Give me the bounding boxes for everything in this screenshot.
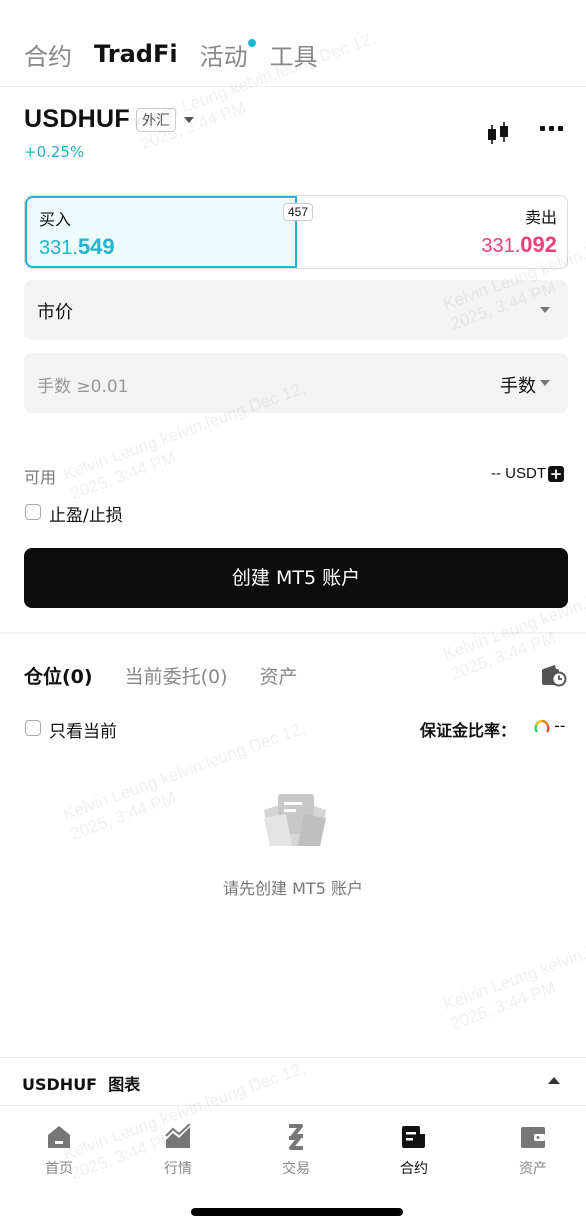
divider	[0, 86, 586, 87]
bottom-nav: 首页 行情 交易 合约 资产	[0, 1105, 586, 1216]
history-wallet-icon[interactable]	[541, 663, 567, 687]
candlestick-icon[interactable]	[486, 122, 510, 146]
chevron-down-icon	[540, 307, 550, 313]
gauge-icon	[534, 719, 550, 733]
available-label: 可用	[24, 468, 57, 487]
tab-assets[interactable]: 资产	[260, 662, 298, 689]
nav-markets-label: 行情	[164, 1161, 192, 1177]
symbol-name: USDHUF	[24, 105, 130, 133]
tab-activity[interactable]: 活动	[200, 37, 256, 72]
sell-label: 卖出	[524, 208, 557, 227]
tab-open-orders[interactable]: 当前委托(0)	[125, 662, 228, 689]
nav-assets-label: 资产	[519, 1161, 547, 1177]
divider	[0, 632, 586, 634]
nav-contract[interactable]: 合约	[364, 1122, 464, 1178]
tab-tradfi[interactable]: TradFi	[94, 40, 178, 68]
lots-unit-select[interactable]: 手数	[500, 372, 536, 398]
order-type-value: 市价	[37, 302, 73, 323]
sell-button[interactable]: 卖出 331.092	[297, 196, 567, 268]
tp-sl-label: 止盈/止损	[49, 506, 123, 526]
home-indicator	[191, 1208, 403, 1216]
notification-dot	[247, 38, 256, 47]
empty-box-icon	[264, 794, 326, 846]
tab-tools[interactable]: 工具	[270, 37, 318, 72]
plus-icon[interactable]: +	[548, 466, 564, 482]
price-panel: 买入 331.549 卖出 331.092 457	[24, 195, 568, 269]
only-current-checkbox[interactable]	[25, 720, 41, 736]
spread-badge: 457	[283, 203, 314, 221]
buy-label: 买入	[39, 210, 72, 229]
chart-bar-title: USDHUF 图表	[22, 1075, 141, 1094]
empty-state-text: 请先创建 MT5 账户	[223, 879, 363, 898]
margin-ratio-value: --	[554, 716, 566, 735]
chart-icon	[165, 1124, 191, 1148]
nav-markets[interactable]: 行情	[128, 1122, 228, 1178]
tab-contract[interactable]: 合约	[24, 37, 72, 72]
price-change: +0.25%	[24, 143, 85, 161]
nav-home[interactable]: 首页	[9, 1122, 109, 1178]
nav-trade-label: 交易	[282, 1161, 310, 1177]
more-icon[interactable]	[540, 126, 563, 131]
home-icon	[48, 1126, 70, 1148]
sell-price: 331.092	[481, 232, 557, 257]
nav-home-label: 首页	[45, 1161, 73, 1177]
chevron-down-icon	[540, 380, 550, 386]
watermark: Kelvin Leung kelvin.leung Dec 12,2025, 3…	[440, 908, 586, 1034]
create-mt5-account-button[interactable]: 创建 MT5 账户	[24, 548, 568, 608]
symbol-selector[interactable]: USDHUF 外汇	[24, 105, 194, 134]
wallet-icon	[521, 1127, 545, 1148]
buy-price: 331.549	[39, 234, 115, 259]
buy-button[interactable]: 买入 331.549	[25, 196, 297, 268]
chart-toggle-bar[interactable]: USDHUF 图表	[0, 1057, 586, 1105]
positions-tabs: 仓位(0) 当前委托(0) 资产	[24, 662, 330, 689]
nav-contract-label: 合约	[400, 1161, 428, 1177]
chevron-down-icon	[183, 116, 194, 123]
order-type-select[interactable]: 市价	[24, 280, 568, 340]
chevron-up-icon	[548, 1077, 560, 1084]
margin-ratio-label: 保证金比率：	[420, 721, 517, 740]
tab-positions[interactable]: 仓位(0)	[24, 662, 93, 689]
top-tabs: 合约 TradFi 活动 工具	[24, 34, 340, 74]
nav-assets[interactable]: 资产	[483, 1122, 583, 1178]
market-badge: 外汇	[135, 107, 176, 132]
contract-icon	[402, 1126, 425, 1148]
nav-trade[interactable]: 交易	[246, 1122, 346, 1178]
only-current-label: 只看当前	[49, 722, 117, 742]
lots-input[interactable]: 手数 ≥0.01 手数	[24, 353, 568, 413]
exchange-icon	[289, 1124, 303, 1150]
available-value: -- USDT	[491, 465, 546, 482]
tp-sl-checkbox[interactable]	[25, 504, 41, 520]
lots-placeholder: 手数 ≥0.01	[37, 377, 129, 397]
